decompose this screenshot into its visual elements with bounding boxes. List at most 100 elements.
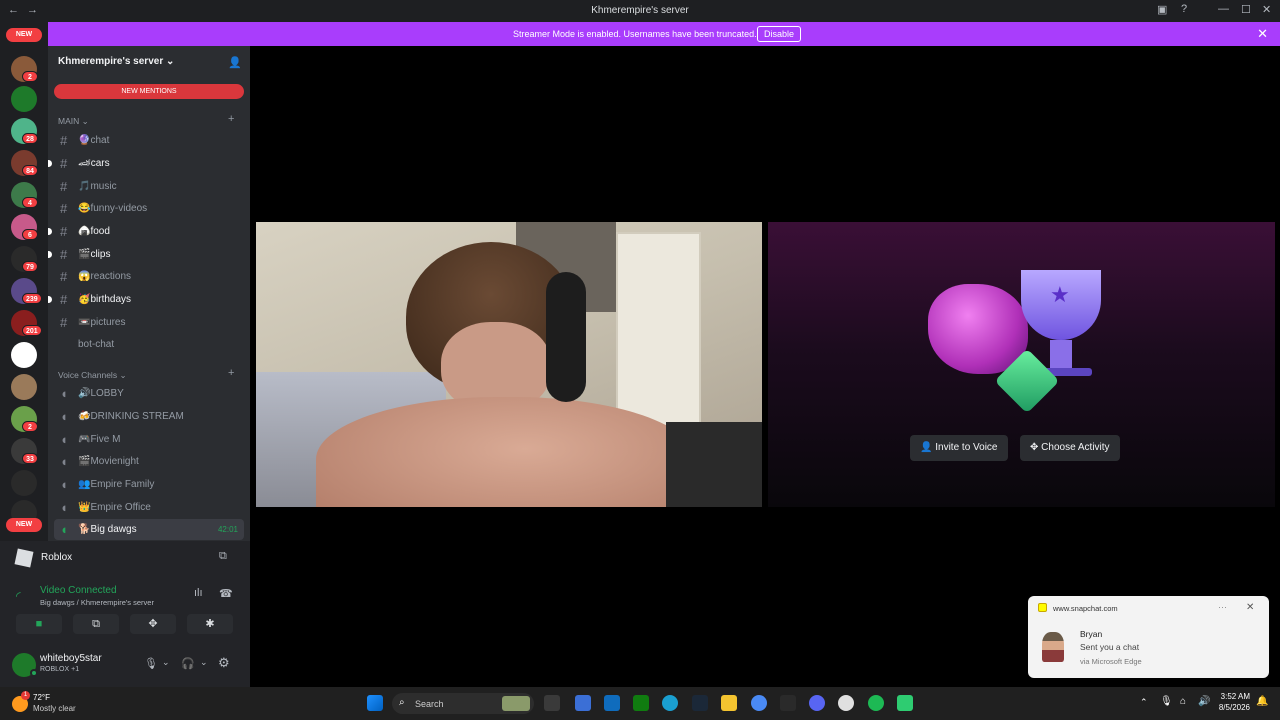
- xbox-icon[interactable]: [633, 695, 649, 711]
- snapchat-notification[interactable]: www.snapchat.com ··· ✕ Bryan Sent you a …: [1028, 596, 1269, 678]
- khmerempire-server-icon[interactable]: [11, 86, 37, 112]
- notification-via: via Microsoft Edge: [1080, 657, 1142, 666]
- channel-bot-chat[interactable]: bot-chat: [54, 334, 244, 355]
- spotify-icon[interactable]: [868, 695, 884, 711]
- channel-label: 🔮chat: [78, 135, 110, 146]
- weather-desc[interactable]: Mostly clear: [33, 704, 76, 713]
- disconnect-icon[interactable]: ☎: [219, 587, 233, 600]
- speaker-icon: ◖: [60, 386, 68, 401]
- chevron-up-icon[interactable]: ⌃: [1140, 697, 1148, 708]
- headphones-icon[interactable]: 🎧: [181, 657, 195, 670]
- noise-suppression-icon[interactable]: ılı: [194, 587, 203, 599]
- channel-label: 🎮Five M: [78, 434, 121, 445]
- torso-shape: [316, 397, 696, 507]
- server-icon[interactable]: [11, 342, 37, 368]
- minimize-icon[interactable]: —: [1218, 3, 1229, 15]
- help-icon[interactable]: ?: [1181, 3, 1187, 15]
- category-label: Voice Channels: [58, 370, 118, 380]
- chevron-down-icon[interactable]: ⌄: [162, 657, 170, 668]
- server-icon[interactable]: [11, 374, 37, 400]
- streamer-mode-message: Streamer Mode is enabled. Usernames have…: [513, 29, 757, 39]
- soundboard-button[interactable]: ✱: [187, 614, 233, 634]
- maximize-icon[interactable]: ☐: [1241, 3, 1251, 16]
- create-channel-icon[interactable]: +: [228, 113, 234, 125]
- channel-label: 🍙food: [78, 226, 110, 237]
- channel-music[interactable]: # 🎵music: [54, 176, 244, 197]
- screen-share-icon[interactable]: ⧉: [219, 550, 227, 563]
- close-icon[interactable]: ✕: [1246, 602, 1254, 613]
- volume-icon[interactable]: 🔊: [1198, 696, 1210, 707]
- network-icon[interactable]: ⌂: [1180, 696, 1186, 707]
- voice-channel-empire-office[interactable]: ◖ 👑Empire Office: [54, 497, 244, 518]
- store-icon[interactable]: [604, 695, 620, 711]
- steam-icon[interactable]: [692, 695, 708, 711]
- username[interactable]: whiteboy5star: [40, 653, 102, 664]
- task-view-icon[interactable]: [544, 695, 560, 711]
- choose-activity-button[interactable]: ✥ Choose Activity: [1020, 435, 1120, 461]
- app-icon[interactable]: [575, 695, 591, 711]
- rtc-status[interactable]: Video Connected: [40, 585, 117, 596]
- more-options-icon[interactable]: ···: [1218, 602, 1227, 612]
- gear-icon[interactable]: ⚙: [218, 655, 230, 671]
- user-status: ROBLOX +1: [40, 666, 80, 673]
- chrome-icon[interactable]: [751, 695, 767, 711]
- epic-games-icon[interactable]: [780, 695, 796, 711]
- invite-people-icon[interactable]: 👤: [228, 56, 242, 69]
- invite-to-voice-button[interactable]: 👤 Invite to Voice: [910, 435, 1008, 461]
- channel-pictures[interactable]: # 📼pictures: [54, 312, 244, 333]
- new-unreads-pill-bottom[interactable]: NEW: [6, 518, 42, 532]
- bitmoji-avatar: [1042, 632, 1064, 662]
- voice-channel-empire-family[interactable]: ◖ 👥Empire Family: [54, 474, 244, 495]
- discord-icon[interactable]: [809, 695, 825, 711]
- channel-birthdays[interactable]: # 🥳birthdays: [48, 289, 244, 310]
- app-icon[interactable]: [838, 695, 854, 711]
- server-mention-badge: 6: [22, 229, 38, 240]
- inbox-icon[interactable]: ▣: [1157, 3, 1167, 16]
- category-voice[interactable]: Voice Channels ⌄: [58, 370, 127, 381]
- clock-time[interactable]: 3:52 AM: [1214, 692, 1250, 701]
- folder-icon[interactable]: [721, 695, 737, 711]
- activities-button[interactable]: ✥: [130, 614, 176, 634]
- weather-temp[interactable]: 72°F: [33, 693, 50, 702]
- notification-bell-icon[interactable]: 🔔: [1256, 696, 1268, 707]
- start-button[interactable]: [367, 695, 383, 711]
- voice-channel-drinking-stream[interactable]: ◖ 🍻DRINKING STREAM: [54, 406, 244, 427]
- channel-funny-videos[interactable]: # 😂funny-videos: [54, 198, 244, 219]
- camera-button[interactable]: ■: [16, 614, 62, 634]
- screen-share-button[interactable]: ⧉: [73, 614, 119, 634]
- rtc-location[interactable]: Big dawgs / Khmerempire's server: [40, 598, 154, 607]
- server-icon[interactable]: [11, 470, 37, 496]
- channel-chat[interactable]: # 🔮chat: [54, 130, 244, 151]
- webcam-tile[interactable]: [256, 222, 762, 507]
- channel-reactions[interactable]: # 😱reactions: [54, 266, 244, 287]
- chevron-down-icon[interactable]: ⌄: [200, 657, 208, 668]
- voice-channel-movienight[interactable]: ◖ 🎬Movienight: [54, 451, 244, 472]
- channel-cars[interactable]: # 🏎cars: [48, 153, 244, 174]
- signal-icon[interactable]: ◜: [16, 589, 21, 603]
- window-title: Khmerempire's server: [591, 5, 689, 16]
- close-window-icon[interactable]: ✕: [1262, 3, 1271, 16]
- hash-icon: #: [60, 292, 68, 307]
- channel-clips[interactable]: # 🎬clips: [48, 244, 244, 265]
- app-icon[interactable]: [897, 695, 913, 711]
- voice-channel-big-dawgs[interactable]: ◖ 🐕Big dawgs 42:01: [54, 519, 244, 540]
- new-unreads-pill-top[interactable]: NEW: [6, 28, 42, 42]
- channel-label: 🏎cars: [78, 158, 110, 169]
- channel-food[interactable]: # 🍙food: [48, 221, 244, 242]
- search-icon: ⌕: [399, 697, 405, 708]
- category-main[interactable]: MAIN ⌄: [58, 116, 89, 127]
- microphone-icon[interactable]: 🎙: [144, 657, 158, 670]
- hash-icon: #: [60, 315, 68, 330]
- disable-streamer-mode-button[interactable]: Disable: [757, 26, 802, 42]
- new-mentions-pill[interactable]: NEW MENTIONS: [54, 84, 244, 99]
- edge-icon[interactable]: [662, 695, 678, 711]
- microphone-icon[interactable]: 🎙: [1160, 696, 1173, 707]
- clock-date[interactable]: 8/5/2026: [1214, 703, 1250, 712]
- close-banner-icon[interactable]: ✕: [1257, 26, 1268, 42]
- server-name-header[interactable]: Khmerempire's server ⌄: [58, 56, 174, 67]
- voice-channel-lobby[interactable]: ◖ 🔊LOBBY: [54, 383, 244, 404]
- search-box[interactable]: ⌕ Search: [392, 693, 534, 714]
- invite-label: Invite to Voice: [935, 442, 998, 453]
- create-voice-channel-icon[interactable]: +: [228, 367, 234, 379]
- voice-channel-five-m[interactable]: ◖ 🎮Five M: [54, 429, 244, 450]
